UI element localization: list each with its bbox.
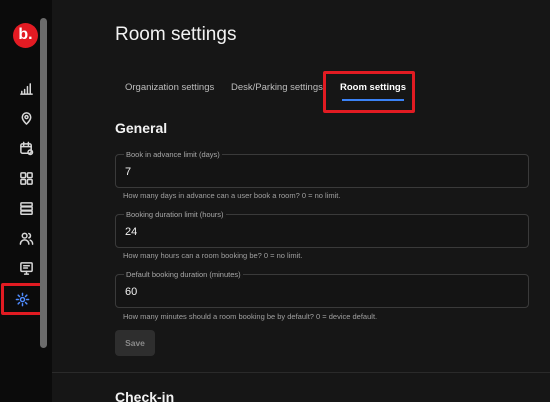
checkin-section-title: Check-in <box>115 389 175 402</box>
save-button[interactable]: Save <box>115 330 155 356</box>
field-label: Booking duration limit (hours) <box>124 210 226 219</box>
chart-icon <box>19 82 33 95</box>
general-section-title: General <box>115 120 168 136</box>
grid-icon <box>19 171 33 185</box>
nav-dashboard[interactable] <box>10 164 42 192</box>
tab-desk-parking-settings[interactable]: Desk/Parking settings <box>231 76 323 104</box>
section-divider <box>52 372 550 373</box>
default-booking-duration-field[interactable]: Default booking duration (minutes) 60 <box>115 270 529 308</box>
nav-analytics[interactable] <box>10 74 42 102</box>
users-icon <box>19 232 33 245</box>
calendar-icon <box>19 141 33 155</box>
field-label: Book in advance limit (days) <box>124 150 222 159</box>
field-value[interactable]: 7 <box>125 166 131 178</box>
nav-locations[interactable] <box>10 104 42 132</box>
active-tab-highlight <box>323 71 415 113</box>
tab-organization-settings[interactable]: Organization settings <box>125 76 214 104</box>
sidebar: b. <box>0 0 52 402</box>
book-in-advance-field[interactable]: Book in advance limit (days) 7 <box>115 150 529 188</box>
helper-text: How many minutes should a room booking b… <box>123 312 378 321</box>
helper-text: How many hours can a room booking be? 0 … <box>123 251 303 260</box>
nav-devices[interactable] <box>10 254 42 282</box>
main-content: Room settings Organization settings Desk… <box>52 0 550 402</box>
nav-bookings[interactable] <box>10 134 42 162</box>
nav-users[interactable] <box>10 224 42 252</box>
display-icon <box>19 261 33 275</box>
nav-settings[interactable] <box>1 283 43 315</box>
booking-duration-limit-field[interactable]: Booking duration limit (hours) 24 <box>115 210 529 248</box>
gear-icon <box>15 292 29 306</box>
field-label: Default booking duration (minutes) <box>124 270 243 279</box>
brand-logo[interactable]: b. <box>13 23 38 48</box>
field-value[interactable]: 60 <box>125 286 137 298</box>
nav-resources[interactable] <box>10 194 42 222</box>
page-title: Room settings <box>115 24 237 45</box>
helper-text: How many days in advance can a user book… <box>123 191 341 200</box>
sidebar-scrollbar[interactable] <box>40 18 47 348</box>
location-icon <box>21 111 31 125</box>
list-icon <box>19 201 33 215</box>
field-value[interactable]: 24 <box>125 226 137 238</box>
